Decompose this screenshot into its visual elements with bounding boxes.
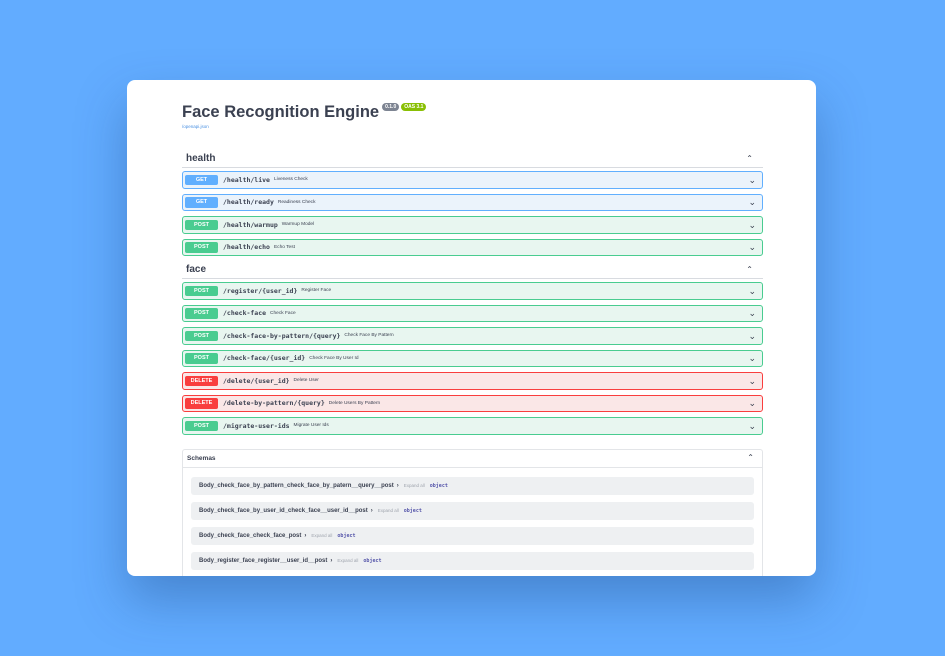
schemas-header[interactable]: Schemas ⌃: [183, 450, 762, 468]
expand-all-toggle[interactable]: Expand all: [311, 533, 332, 538]
method-badge: DELETE: [185, 375, 218, 386]
operation-summary: Delete User: [293, 378, 319, 384]
chevron-right-icon[interactable]: ›: [371, 508, 373, 514]
operation-path: /register/{user_id}: [223, 286, 298, 295]
operation-row[interactable]: DELETE/delete/{user_id} Delete User ⌄: [182, 372, 763, 390]
method-badge: GET: [185, 174, 218, 185]
api-info: Face Recognition Engine 0.1.0 OAS 3.1 /o…: [182, 80, 763, 150]
schemas-section: Schemas ⌃ Body_check_face_by_pattern_che…: [182, 448, 763, 576]
operation-summary: Liveness Check: [273, 177, 308, 183]
oas-badge: OAS 3.1: [401, 103, 427, 111]
operation-summary: Echo Test: [273, 244, 295, 250]
operation-row[interactable]: POST/register/{user_id} Register Face ⌄: [182, 282, 763, 300]
operation-row[interactable]: POST/health/echo Echo Test ⌄: [182, 238, 763, 256]
operation-row[interactable]: POST/health/warmup Warmup Model ⌄: [182, 216, 763, 234]
operation-summary: Migrate User Ids: [293, 423, 329, 429]
operation-summary: Check Face: [270, 310, 296, 316]
method-badge: POST: [185, 242, 218, 253]
operations-list: health ⌃ GET/health/live Liveness Check ⌄ GET…: [182, 150, 763, 435]
operation-path: /check-face-by-pattern/{query}: [223, 331, 341, 340]
method-badge: POST: [185, 285, 218, 296]
operation-row[interactable]: GET/health/live Liveness Check ⌄: [182, 171, 763, 189]
schema-name: Body_check_face_by_pattern_check_face_by…: [199, 482, 394, 489]
chevron-down-icon[interactable]: ⌄: [748, 376, 756, 385]
chevron-down-icon[interactable]: ⌄: [748, 331, 756, 340]
chevron-down-icon[interactable]: ⌄: [748, 286, 756, 295]
tag-name: face: [186, 264, 207, 275]
chevron-right-icon[interactable]: ›: [304, 533, 306, 539]
chevron-down-icon[interactable]: ⌄: [748, 175, 756, 184]
schema-type: object: [429, 482, 448, 489]
operation-summary: Readiness Check: [277, 199, 316, 205]
method-badge: POST: [185, 308, 218, 319]
browser-window: Face Recognition Engine 0.1.0 OAS 3.1 /o…: [127, 80, 816, 576]
chevron-right-icon[interactable]: ›: [330, 558, 332, 564]
expand-all-toggle[interactable]: Expand all: [404, 483, 425, 488]
operation-path: /delete/{user_id}: [223, 376, 290, 385]
chevron-down-icon[interactable]: ⌄: [748, 309, 756, 318]
api-title: Face Recognition Engine: [182, 103, 380, 121]
chevron-down-icon[interactable]: ⌄: [748, 354, 756, 363]
operation-row[interactable]: POST/check-face Check Face ⌄: [182, 304, 763, 322]
chevron-up-icon[interactable]: ⌃: [746, 265, 753, 274]
title-row: Face Recognition Engine 0.1.0 OAS 3.1: [182, 102, 763, 122]
operation-summary: Delete Users By Pattern: [328, 400, 381, 406]
expand-all-toggle[interactable]: Expand all: [378, 508, 399, 513]
operation-summary: Check Face By User Id: [309, 355, 359, 361]
method-badge: POST: [185, 353, 218, 364]
operation-path: /check-face/{user_id}: [223, 354, 306, 363]
schema-name: Body_register_face_register__user_id__po…: [199, 557, 328, 564]
version-badge: 0.1.0: [382, 103, 400, 111]
schema-type: object: [363, 557, 382, 564]
operation-path: /health/warmup: [223, 220, 278, 229]
chevron-up-icon[interactable]: ⌃: [747, 454, 754, 462]
tag-name: health: [186, 153, 216, 164]
operation-path: /check-face: [223, 309, 267, 318]
operation-row[interactable]: GET/health/ready Readiness Check ⌄: [182, 193, 763, 211]
schema-name: Body_check_face_check_face_post: [199, 532, 302, 539]
schema-model[interactable]: Body_check_face_by_user_id_check_face__u…: [191, 501, 754, 520]
tag-header-health[interactable]: health ⌃: [182, 150, 763, 168]
schemas-list: Body_check_face_by_pattern_check_face_by…: [183, 476, 762, 570]
chevron-down-icon[interactable]: ⌄: [748, 421, 756, 430]
operation-path: /delete-by-pattern/{query}: [223, 399, 325, 408]
openapi-json-link[interactable]: /openapi.json: [182, 124, 763, 129]
expand-all-toggle[interactable]: Expand all: [337, 558, 358, 563]
operation-path: /health/live: [223, 175, 270, 184]
method-badge: POST: [185, 219, 218, 230]
operation-summary: Warmup Model: [281, 222, 315, 228]
operation-row[interactable]: DELETE/delete-by-pattern/{query} Delete U…: [182, 394, 763, 412]
operation-summary: Register Face: [301, 288, 332, 294]
operation-row[interactable]: POST/check-face/{user_id} Check Face By U…: [182, 349, 763, 367]
method-badge: DELETE: [185, 398, 218, 409]
operation-summary: Check Face By Pattern: [344, 333, 394, 339]
chevron-down-icon[interactable]: ⌄: [748, 399, 756, 408]
method-badge: POST: [185, 420, 218, 431]
method-badge: GET: [185, 197, 218, 208]
operation-row[interactable]: POST/migrate-user-ids Migrate User Ids ⌄: [182, 417, 763, 435]
schema-type: object: [337, 532, 356, 539]
swagger-container: Face Recognition Engine 0.1.0 OAS 3.1 /o…: [182, 80, 763, 576]
operation-row[interactable]: POST/check-face-by-pattern/{query} Check …: [182, 327, 763, 345]
schema-model[interactable]: Body_check_face_by_pattern_check_face_by…: [191, 476, 754, 495]
tag-header-face[interactable]: face ⌃: [182, 261, 763, 279]
method-badge: POST: [185, 330, 218, 341]
schema-model[interactable]: Body_register_face_register__user_id__po…: [191, 551, 754, 570]
chevron-down-icon[interactable]: ⌄: [748, 198, 756, 207]
operation-path: /health/echo: [223, 243, 270, 252]
schema-name: Body_check_face_by_user_id_check_face__u…: [199, 507, 368, 514]
operation-path: /health/ready: [223, 198, 274, 207]
chevron-right-icon[interactable]: ›: [397, 483, 399, 489]
chevron-up-icon[interactable]: ⌃: [746, 154, 753, 163]
schema-model[interactable]: Body_check_face_check_face_post › Expand a…: [191, 526, 754, 545]
chevron-down-icon[interactable]: ⌄: [748, 243, 756, 252]
schemas-title: Schemas: [187, 454, 216, 462]
chevron-down-icon[interactable]: ⌄: [748, 220, 756, 229]
operation-path: /migrate-user-ids: [223, 421, 290, 430]
schema-type: object: [403, 507, 422, 514]
